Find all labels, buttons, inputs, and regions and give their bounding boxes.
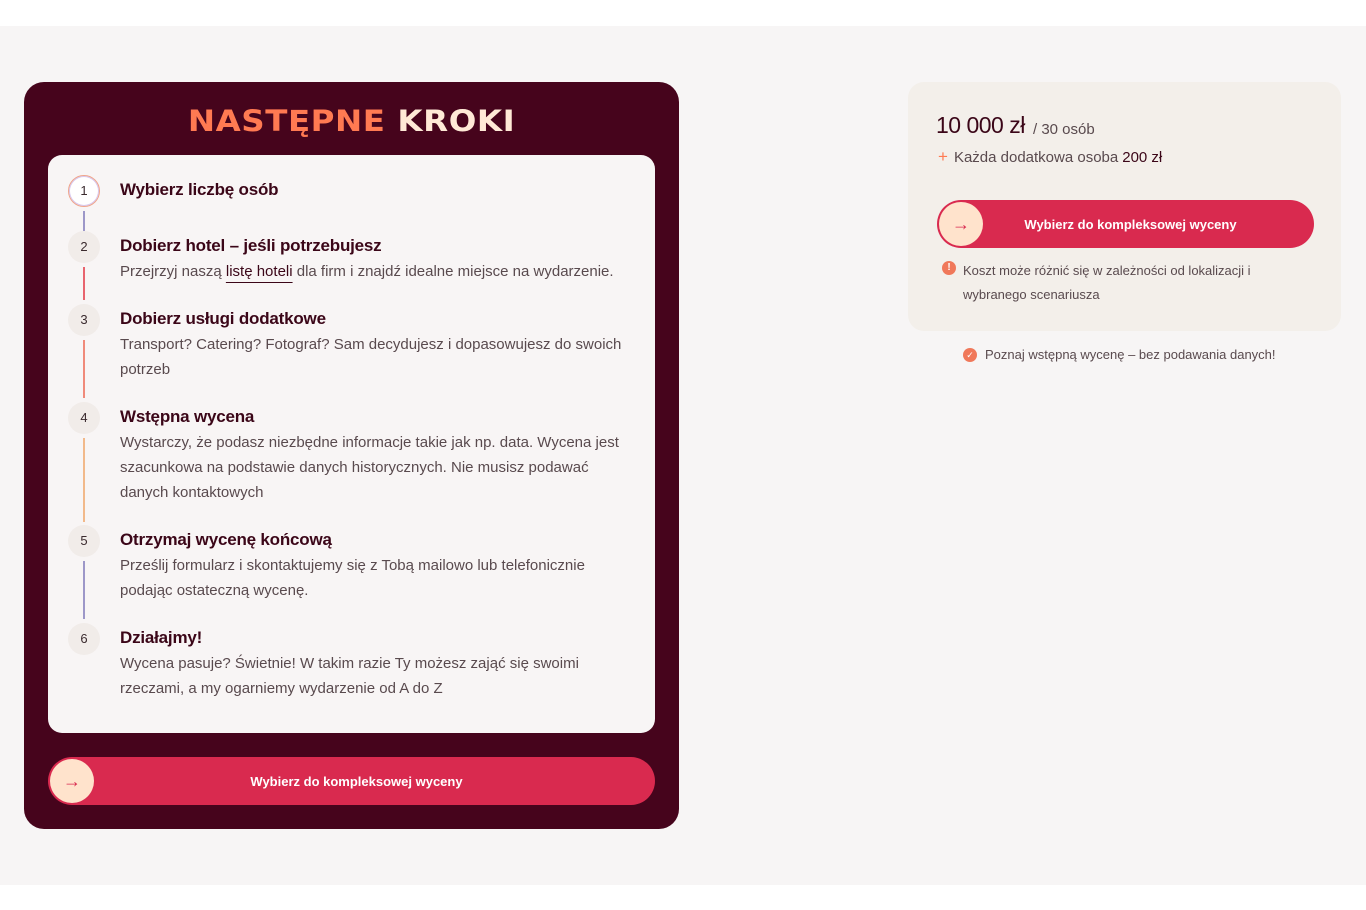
price-total: 10 000 zł — [936, 112, 1025, 138]
step-title: Otrzymaj wycenę końcową — [120, 530, 332, 549]
price-per-people: / 30 osób — [1033, 121, 1095, 138]
step-number: 5 — [68, 525, 100, 557]
button-label: Wybierz do kompleksowej wyceny — [1024, 216, 1237, 232]
step-connector — [83, 340, 85, 398]
steps-card: 1 Wybierz liczbę osób 2 Dobierz hotel – … — [48, 155, 655, 733]
step-number: 6 — [68, 623, 100, 655]
step-title: Dobierz usługi dodatkowe — [120, 309, 326, 328]
step-title: Wybierz liczbę osób — [120, 180, 279, 199]
choose-full-quote-button[interactable]: → Wybierz do kompleksowej wyceny — [48, 757, 655, 805]
step-description: Wystarczy, że podasz niezbędne informacj… — [120, 434, 619, 501]
step-title: Wstępna wycena — [120, 407, 255, 426]
step-title: Działajmy! — [120, 628, 203, 647]
check-badge-icon: ✓ — [963, 348, 977, 362]
step-text-after: dla firm i znajdź idealne miejsce na wyd… — [292, 263, 614, 280]
cost-info-note: Koszt może różnić się w zależności od lo… — [963, 263, 1251, 302]
step-text-before: Przejrzyj naszą — [120, 263, 226, 280]
step-description: Przejrzyj naszą listę hoteli dla firm i … — [120, 259, 640, 284]
arrow-right-icon: → — [50, 759, 94, 803]
info-icon: ! — [942, 261, 956, 275]
step-number: 1 — [68, 175, 100, 207]
preliminary-quote-note: Poznaj wstępną wycenę – bez podawania da… — [985, 347, 1276, 362]
step-number: 4 — [68, 402, 100, 434]
step-number: 3 — [68, 304, 100, 336]
next-steps-title: NASTĘPNE KROKI — [0, 104, 745, 138]
button-label: Wybierz do kompleksowej wyceny — [250, 773, 463, 789]
step-connector — [83, 267, 85, 300]
arrow-right-icon: → — [939, 202, 983, 246]
extra-person-price: 200 zł — [1122, 149, 1163, 166]
step-connector — [83, 211, 85, 231]
step-description: Wycena pasuje? Świetnie! W takim razie T… — [120, 655, 579, 697]
title-part-steps: KROKI — [397, 104, 516, 138]
step-number: 2 — [68, 231, 100, 263]
choose-full-quote-button-side[interactable]: → Wybierz do kompleksowej wyceny — [937, 200, 1314, 248]
hotel-list-link[interactable]: listę hoteli — [226, 263, 293, 280]
step-connector — [83, 438, 85, 522]
plus-icon: + — [938, 147, 948, 166]
title-part-next: NASTĘPNE — [187, 104, 386, 138]
extra-person-label: Każda dodatkowa osoba — [953, 149, 1119, 166]
step-description: Transport? Catering? Fotograf? Sam decyd… — [120, 336, 622, 378]
step-description: Prześlij formularz i skontaktujemy się z… — [120, 557, 585, 599]
step-connector — [83, 561, 85, 619]
extra-person-row: + Każda dodatkowa osoba 200 zł — [938, 147, 1162, 167]
step-title: Dobierz hotel – jeśli potrzebujesz — [120, 236, 382, 255]
